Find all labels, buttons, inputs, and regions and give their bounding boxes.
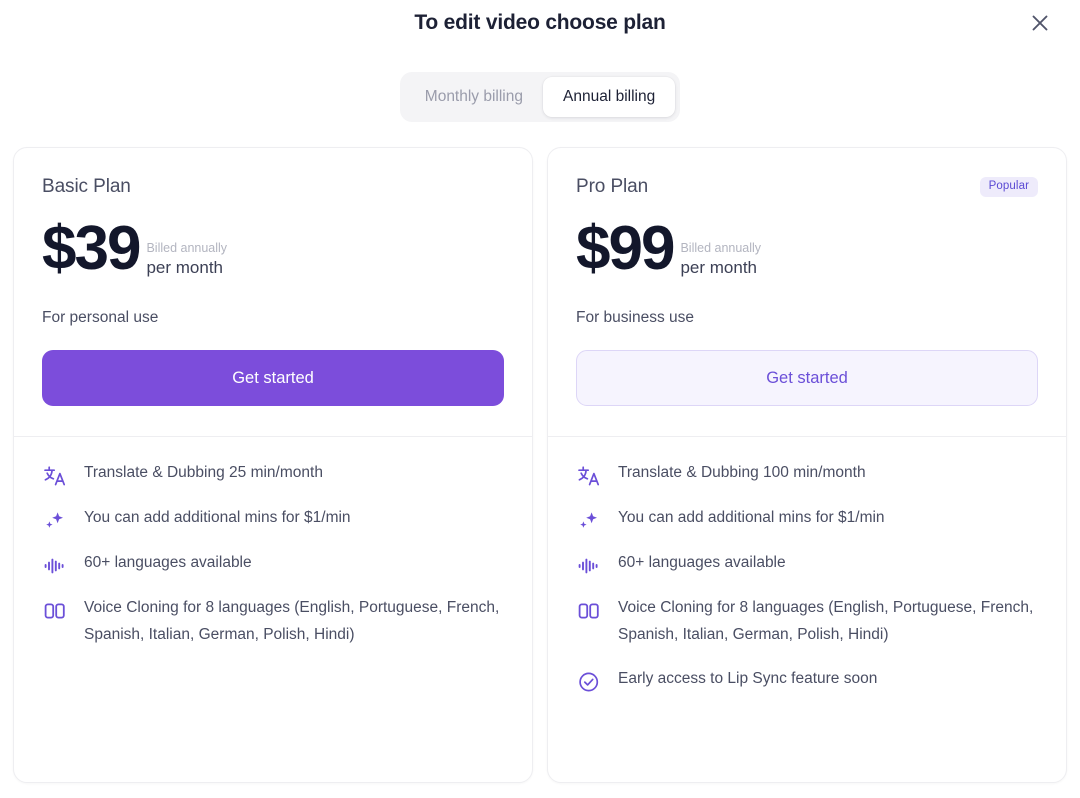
sparkles-icon [576, 509, 602, 532]
plan-card-pro: Pro Plan Popular $99 Billed annually per… [547, 147, 1067, 783]
list-item: Translate & Dubbing 100 min/month [576, 463, 1038, 487]
price-row-basic: $39 Billed annually per month [42, 218, 504, 280]
feature-label: Early access to Lip Sync feature soon [618, 665, 877, 692]
feature-label: Translate & Dubbing 100 min/month [618, 459, 866, 486]
price-meta-basic: Billed annually per month [146, 241, 227, 280]
feature-label: 60+ languages available [84, 549, 252, 576]
get-started-button-basic[interactable]: Get started [42, 350, 504, 406]
tab-monthly-billing[interactable]: Monthly billing [405, 77, 543, 117]
translate-icon [576, 464, 602, 487]
close-icon [1029, 12, 1051, 34]
price-meta-pro: Billed annually per month [680, 241, 761, 280]
feature-label: Translate & Dubbing 25 min/month [84, 459, 323, 486]
page-title: To edit video choose plan [414, 10, 665, 36]
close-button[interactable] [1024, 7, 1056, 39]
list-item: You can add additional mins for $1/min [42, 508, 504, 532]
list-item: Voice Cloning for 8 languages (English, … [576, 598, 1038, 648]
feature-label: Voice Cloning for 8 languages (English, … [618, 594, 1038, 648]
plan-header-basic: Basic Plan $39 Billed annually per month… [14, 148, 532, 436]
price-period-basic: per month [146, 257, 227, 278]
price-billed-note-pro: Billed annually [680, 241, 761, 256]
billing-toggle[interactable]: Monthly billing Annual billing [400, 72, 680, 122]
price-period-pro: per month [680, 257, 761, 278]
check-circle-icon [576, 670, 602, 693]
list-item: 60+ languages available [42, 553, 504, 577]
feature-label: You can add additional mins for $1/min [618, 504, 885, 531]
translate-icon [42, 464, 68, 487]
tab-annual-billing[interactable]: Annual billing [543, 77, 675, 117]
billing-toggle-container: Monthly billing Annual billing [0, 72, 1080, 122]
waveform-icon [576, 554, 602, 577]
waveform-icon [42, 554, 68, 577]
voice-cloning-icon [42, 599, 68, 622]
feature-label: You can add additional mins for $1/min [84, 504, 351, 531]
list-item: Early access to Lip Sync feature soon [576, 669, 1038, 693]
plan-title-row-pro: Pro Plan Popular [576, 174, 1038, 200]
plan-name-basic: Basic Plan [42, 176, 131, 198]
list-item: You can add additional mins for $1/min [576, 508, 1038, 532]
price-billed-note-basic: Billed annually [146, 241, 227, 256]
plan-list: Basic Plan $39 Billed annually per month… [0, 147, 1080, 783]
status-badge: Popular [980, 177, 1038, 198]
pricing-modal: To edit video choose plan Monthly billin… [0, 0, 1080, 798]
feature-label: 60+ languages available [618, 549, 786, 576]
price-amount-basic: $39 [42, 218, 139, 280]
price-amount-pro: $99 [576, 218, 673, 280]
list-item: Translate & Dubbing 25 min/month [42, 463, 504, 487]
sparkles-icon [42, 509, 68, 532]
list-item: Voice Cloning for 8 languages (English, … [42, 598, 504, 648]
get-started-button-pro[interactable]: Get started [576, 350, 1038, 406]
plan-use-case-pro: For business use [576, 309, 1038, 327]
plan-title-row-basic: Basic Plan [42, 174, 504, 200]
plan-header-pro: Pro Plan Popular $99 Billed annually per… [548, 148, 1066, 436]
plan-use-case-basic: For personal use [42, 309, 504, 327]
voice-cloning-icon [576, 599, 602, 622]
feature-list-basic: Translate & Dubbing 25 min/month You can… [14, 437, 532, 676]
price-row-pro: $99 Billed annually per month [576, 218, 1038, 280]
list-item: 60+ languages available [576, 553, 1038, 577]
plan-name-pro: Pro Plan [576, 176, 648, 198]
feature-list-pro: Translate & Dubbing 100 min/month You ca… [548, 437, 1066, 721]
modal-header: To edit video choose plan [0, 0, 1080, 46]
feature-label: Voice Cloning for 8 languages (English, … [84, 594, 504, 648]
plan-card-basic: Basic Plan $39 Billed annually per month… [13, 147, 533, 783]
